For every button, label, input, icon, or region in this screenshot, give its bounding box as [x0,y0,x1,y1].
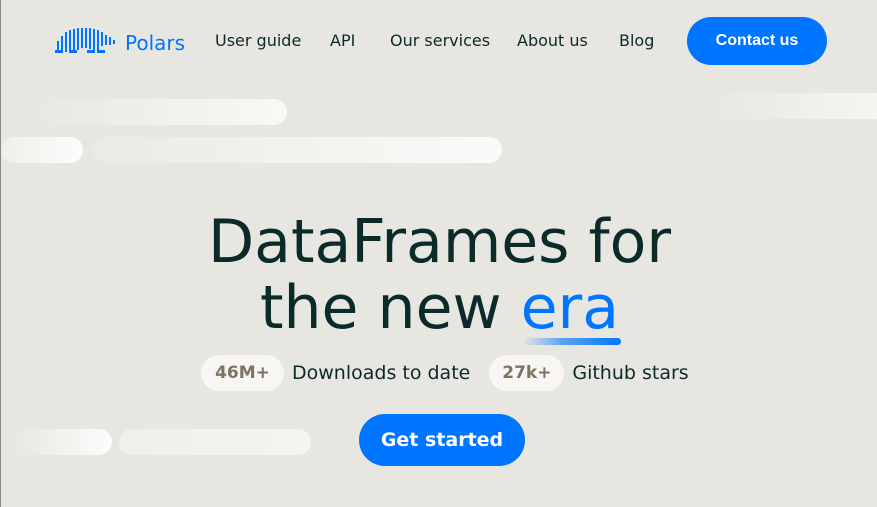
top-navigation: Polars User guide API Our services About… [1,17,877,65]
highlight-word: era [520,273,619,343]
nav-link-blog[interactable]: Blog [619,31,654,50]
nav-link-api[interactable]: API [330,31,355,50]
logo[interactable]: Polars [55,26,185,60]
decorative-streak [11,429,112,455]
nav-link-our-services[interactable]: Our services [390,31,490,50]
downloads-label: Downloads to date [292,362,471,384]
decorative-streak [21,99,287,125]
nav-link-user-guide[interactable]: User guide [215,31,301,50]
logo-text: Polars [125,31,186,55]
decorative-streak [93,137,502,163]
decorative-streak [1,137,83,163]
hero-heading-line-2: the new era [1,273,877,345]
polar-bear-icon [55,26,117,60]
stars-label: Github stars [572,362,689,384]
decorative-streak [701,93,877,119]
stats-row: 46M+ Downloads to date 27k+ Github stars [201,355,689,391]
decorative-streak [119,429,311,455]
stars-badge: 27k+ [489,355,565,391]
nav-link-about-us[interactable]: About us [517,31,588,50]
get-started-button[interactable]: Get started [359,414,525,466]
hero-heading-highlight: era [520,273,621,345]
downloads-badge: 46M+ [201,355,284,391]
highlight-underline [522,338,621,345]
hero-heading-prefix: the new [260,273,502,343]
contact-us-button[interactable]: Contact us [687,17,827,65]
hero-heading-line-1: DataFrames for [207,207,672,277]
